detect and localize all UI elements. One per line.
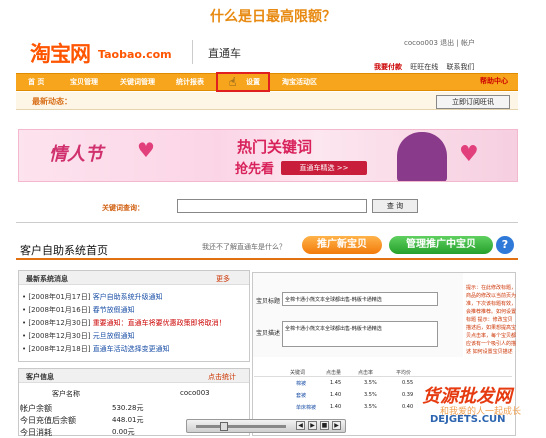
heart-icon: ♥ bbox=[137, 138, 155, 162]
recharge-balance-label: 今日充值后余额 bbox=[20, 416, 76, 425]
banner-valentine-text: 情人节 bbox=[49, 144, 103, 165]
system-news-title: 最新系统消息 bbox=[26, 275, 68, 283]
customer-name-label: 客户名称 bbox=[52, 390, 80, 398]
promote-new-item-button[interactable]: 推广新宝贝 bbox=[302, 236, 382, 254]
system-news-more-link[interactable]: 更多 bbox=[216, 274, 230, 284]
item-title-field[interactable]: 全棉卡通小熊文本全球都出售-韩版卡通精选 bbox=[282, 292, 438, 306]
tab-reports[interactable]: 统计报表 bbox=[176, 77, 204, 87]
item-desc-field[interactable]: 全棉卡通小熊文本全球都出售-韩版卡通精选 bbox=[282, 321, 438, 347]
col-price: 平均价 bbox=[396, 370, 412, 376]
product-name: 直通车 bbox=[208, 47, 241, 60]
list-item[interactable]: • [2008年01月17日] 客户自助系统升级通知 bbox=[22, 292, 163, 302]
click-stats-link[interactable]: 点击统计 bbox=[208, 372, 236, 382]
home-underline bbox=[16, 258, 518, 260]
tab-keywords[interactable]: 关键词管理 bbox=[120, 77, 155, 87]
keyword-search-label: 关键词查询： bbox=[102, 204, 144, 212]
tip-note: 提示：在此修改标题，商品的修改以当前页为准，下次该标题有效，会推荐推荐。如何设置… bbox=[466, 285, 517, 355]
wangwang-link[interactable]: 旺旺在线 bbox=[410, 63, 438, 71]
manage-promoted-button[interactable]: 管理推广中宝贝 bbox=[389, 236, 493, 254]
page-title: 什么是日最高限额？ bbox=[210, 9, 336, 25]
today-spend-label: 今日消耗 bbox=[20, 428, 52, 437]
settings-highlight-box bbox=[216, 72, 270, 92]
taobao-logo[interactable]: 淘宝网 bbox=[30, 38, 91, 68]
tab-items[interactable]: 宝贝管理 bbox=[70, 77, 98, 87]
banner-hot-keywords: 热门关键词 bbox=[237, 138, 313, 156]
col-clicks: 点击量 bbox=[326, 370, 342, 376]
keyword-search-button[interactable]: 查 询 bbox=[372, 199, 418, 213]
next-icon[interactable]: ▶ bbox=[332, 421, 341, 430]
keyword-search-input[interactable] bbox=[177, 199, 367, 213]
contact-link[interactable]: 联系我们 bbox=[446, 63, 474, 71]
item-title-label: 宝贝标题 bbox=[256, 298, 281, 305]
stop-icon[interactable]: ■ bbox=[320, 421, 329, 430]
customer-name-value: coco003 bbox=[180, 389, 210, 397]
pay-link[interactable]: 我要付款 bbox=[374, 63, 402, 71]
banner-picks-button[interactable]: 直通车精选 >> bbox=[281, 161, 367, 175]
tab-activities[interactable]: 淘宝活动区 bbox=[282, 77, 317, 87]
balance-value: 530.28元 bbox=[112, 404, 144, 412]
hand-cursor-icon: ☝ bbox=[229, 75, 237, 89]
watermark-url: DEJGETS.CUN bbox=[430, 414, 506, 425]
col-rate: 点击率 bbox=[358, 370, 374, 376]
list-item[interactable]: • [2008年12月18日] 直通车活动选择变更通知 bbox=[22, 344, 170, 354]
top-links: 我要付款 旺旺在线 联系我们 bbox=[368, 62, 474, 72]
play-icon[interactable]: ▶ bbox=[308, 421, 317, 430]
customer-info-title: 客户信息 bbox=[26, 373, 54, 381]
logo-divider bbox=[192, 40, 193, 64]
col-keyword: 关键词 bbox=[290, 370, 306, 376]
list-item[interactable]: • [2008年12月30日] 重要通知：直通车将要优惠政策即将取消！ bbox=[22, 318, 226, 328]
balance-label: 帐户余额 bbox=[20, 404, 52, 413]
tab-home[interactable]: 首 页 bbox=[28, 77, 44, 87]
seek-handle[interactable] bbox=[220, 422, 228, 431]
help-icon[interactable]: ? bbox=[496, 236, 514, 254]
promo-banner[interactable]: 情人节 ♥ 热门关键词 抢先看 直通车精选 >> ♥ bbox=[18, 129, 518, 182]
account-info: cocoo003 退出 | 帐户 bbox=[404, 39, 475, 47]
list-item[interactable]: • [2008年01月16日] 春节放假通知 bbox=[22, 305, 135, 315]
gift-icon: ♥ bbox=[459, 142, 479, 167]
divider bbox=[16, 222, 518, 223]
item-desc-label: 宝贝描述 bbox=[256, 330, 281, 337]
prev-icon[interactable]: ◀ bbox=[296, 421, 305, 430]
subscribe-button[interactable]: 立即订阅旺讯 bbox=[436, 95, 510, 109]
recharge-balance-value: 448.01元 bbox=[112, 416, 144, 424]
list-item[interactable]: • [2008年12月30日] 元旦放假通知 bbox=[22, 331, 135, 341]
banner-couple-image bbox=[397, 132, 447, 181]
home-title: 客户自助系统首页 bbox=[20, 244, 108, 257]
taobao-logo-en[interactable]: Taobao.com bbox=[98, 48, 172, 61]
help-center-link[interactable]: 帮助中心 bbox=[480, 76, 508, 86]
what-is-ztc-link[interactable]: 我还不了解直通车是什么？ bbox=[202, 242, 286, 252]
seek-track[interactable] bbox=[196, 425, 286, 428]
banner-rush-text: 抢先看 bbox=[235, 162, 275, 177]
news-label: 最新动态： bbox=[32, 97, 72, 106]
